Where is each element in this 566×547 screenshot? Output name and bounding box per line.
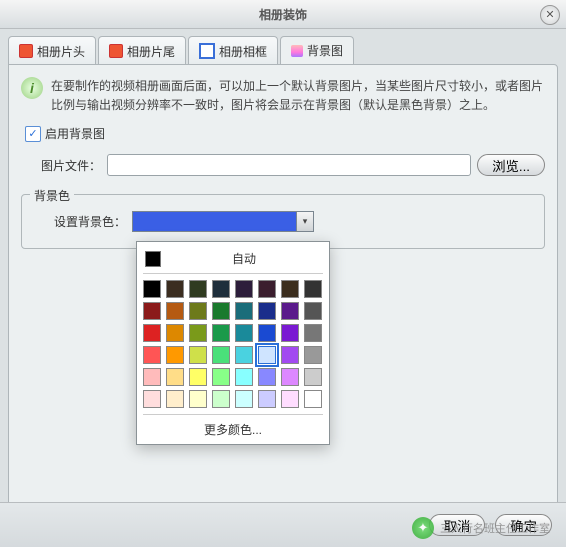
color-swatch[interactable]: [304, 280, 322, 298]
swatch-black: [145, 251, 161, 267]
color-swatch[interactable]: [258, 346, 276, 364]
color-swatch[interactable]: [166, 324, 184, 342]
panel-background: i 在要制作的视频相册画面后面，可以加上一个默认背景图片，当某些图片尺寸较小，或…: [8, 64, 558, 526]
color-swatch[interactable]: [258, 280, 276, 298]
color-swatch[interactable]: [258, 302, 276, 320]
tab-album-tail[interactable]: 相册片尾: [98, 36, 186, 65]
window-title: 相册装饰: [259, 6, 307, 23]
color-swatch[interactable]: [166, 368, 184, 386]
color-swatch[interactable]: [166, 390, 184, 408]
tab-album-frame[interactable]: 相册相框: [188, 36, 278, 65]
color-swatch[interactable]: [143, 280, 161, 298]
color-swatch[interactable]: [281, 390, 299, 408]
color-swatch[interactable]: [281, 346, 299, 364]
image-icon: [291, 45, 303, 57]
image-file-label: 图片文件：: [41, 157, 101, 174]
color-swatch[interactable]: [143, 324, 161, 342]
image-file-input[interactable]: [107, 154, 471, 176]
doc-icon: [19, 44, 33, 58]
ok-button[interactable]: 确定: [495, 514, 552, 536]
color-swatch[interactable]: [235, 346, 253, 364]
color-swatch[interactable]: [143, 390, 161, 408]
color-swatch[interactable]: [143, 346, 161, 364]
color-swatch[interactable]: [166, 346, 184, 364]
color-swatch[interactable]: [143, 368, 161, 386]
color-swatch[interactable]: [304, 302, 322, 320]
bgcolor-dropdown[interactable]: ▾: [132, 211, 314, 232]
color-swatch[interactable]: [281, 324, 299, 342]
color-swatch[interactable]: [281, 368, 299, 386]
color-swatch[interactable]: [304, 324, 322, 342]
color-swatch[interactable]: [304, 390, 322, 408]
color-swatch[interactable]: [166, 302, 184, 320]
bgcolor-fieldset: 背景色 设置背景色： ▾ 自动 更多颜色...: [21, 194, 545, 249]
doc-icon: [109, 44, 123, 58]
frame-icon: [199, 43, 215, 59]
color-swatch[interactable]: [235, 324, 253, 342]
color-swatch[interactable]: [189, 280, 207, 298]
color-grid: [143, 280, 323, 408]
color-swatch[interactable]: [189, 390, 207, 408]
color-swatch[interactable]: [212, 324, 230, 342]
chevron-down-icon: ▾: [296, 212, 313, 231]
color-swatch[interactable]: [166, 280, 184, 298]
color-swatch[interactable]: [258, 390, 276, 408]
color-swatch[interactable]: [281, 302, 299, 320]
color-swatch[interactable]: [212, 390, 230, 408]
enable-bg-label: 启用背景图: [45, 125, 105, 142]
color-swatch[interactable]: [212, 280, 230, 298]
dialog-footer: 取消 确定 ✦ 三人行名班主任工作室: [0, 502, 566, 547]
tab-strip: 相册片头 相册片尾 相册相框 背景图: [0, 29, 566, 64]
cancel-button[interactable]: 取消: [429, 514, 486, 536]
close-icon: ✕: [545, 10, 554, 21]
color-auto-label: 自动: [167, 250, 321, 267]
color-auto-item[interactable]: 自动: [143, 248, 323, 274]
color-swatch[interactable]: [258, 368, 276, 386]
color-swatch[interactable]: [189, 302, 207, 320]
info-text: 在要制作的视频相册画面后面，可以加上一个默认背景图片，当某些图片尺寸较小，或者图…: [51, 77, 545, 115]
color-swatch[interactable]: [235, 280, 253, 298]
color-swatch[interactable]: [189, 346, 207, 364]
tab-label: 相册片尾: [127, 43, 175, 60]
bgcolor-legend: 背景色: [30, 187, 74, 204]
close-button[interactable]: ✕: [540, 5, 560, 25]
browse-button[interactable]: 浏览...: [477, 154, 545, 176]
tab-label: 相册片头: [37, 43, 85, 60]
color-swatch[interactable]: [212, 346, 230, 364]
color-swatch[interactable]: [143, 302, 161, 320]
color-swatch[interactable]: [235, 302, 253, 320]
color-swatch[interactable]: [235, 390, 253, 408]
tab-background[interactable]: 背景图: [280, 36, 354, 65]
tab-label: 相册相框: [219, 43, 267, 60]
bgcolor-label: 设置背景色：: [54, 213, 126, 230]
color-swatch[interactable]: [258, 324, 276, 342]
enable-bg-checkbox[interactable]: ✓: [25, 126, 41, 142]
color-swatch[interactable]: [189, 368, 207, 386]
tab-album-head[interactable]: 相册片头: [8, 36, 96, 65]
color-swatch[interactable]: [304, 346, 322, 364]
color-swatch[interactable]: [304, 368, 322, 386]
titlebar: 相册装饰 ✕: [0, 0, 566, 29]
color-swatch[interactable]: [189, 324, 207, 342]
color-swatch[interactable]: [212, 302, 230, 320]
color-swatch[interactable]: [212, 368, 230, 386]
color-popup: 自动 更多颜色...: [136, 241, 330, 445]
more-colors-item[interactable]: 更多颜色...: [143, 414, 323, 438]
tab-label: 背景图: [307, 42, 343, 59]
color-swatch[interactable]: [235, 368, 253, 386]
info-icon: i: [21, 77, 43, 99]
color-swatch[interactable]: [281, 280, 299, 298]
